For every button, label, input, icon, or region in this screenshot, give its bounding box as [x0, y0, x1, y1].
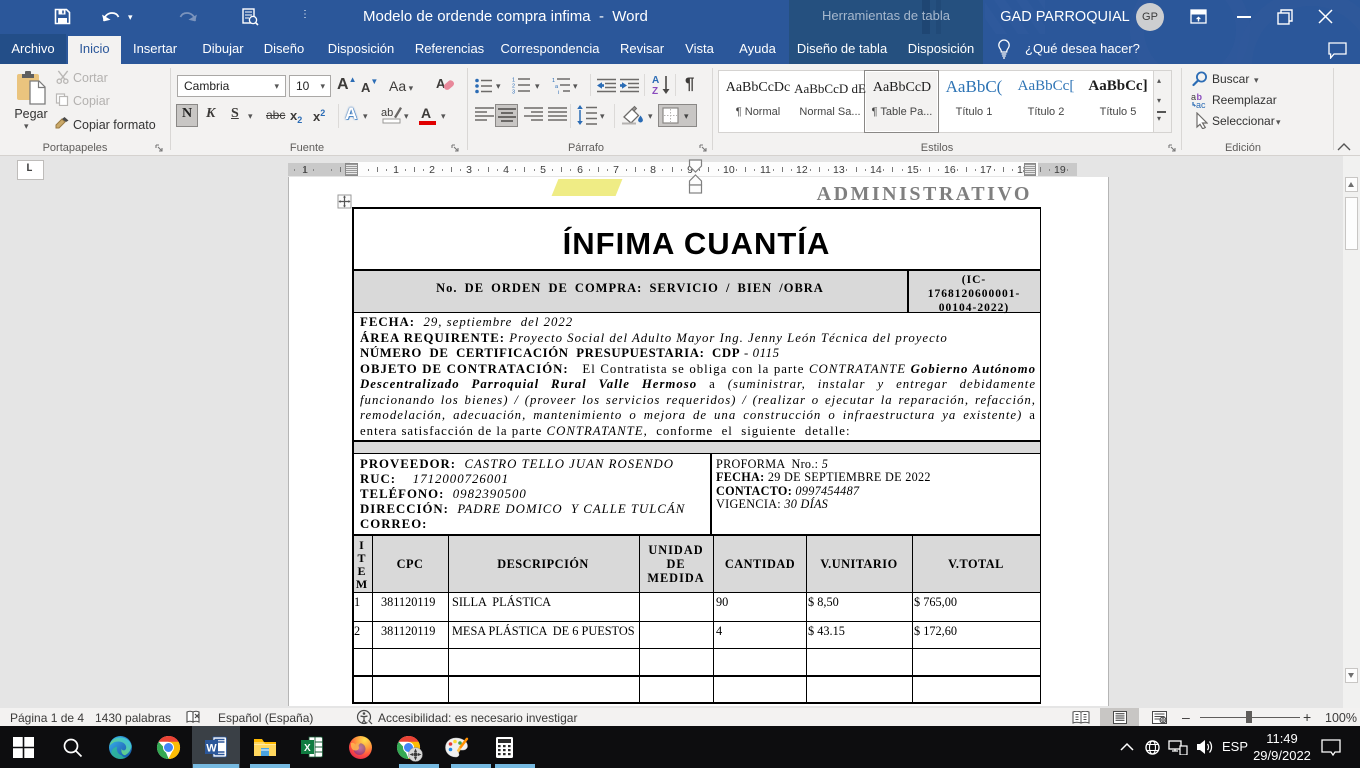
- svg-text:ac: ac: [1196, 100, 1206, 109]
- svg-text:ab: ab: [381, 107, 393, 119]
- svg-text:i: i: [558, 90, 559, 94]
- svg-text:3: 3: [512, 90, 515, 95]
- svg-text:X: X: [304, 743, 311, 754]
- svg-text:W: W: [206, 743, 217, 755]
- svg-text:A: A: [652, 75, 659, 86]
- svg-text:A: A: [436, 76, 446, 91]
- svg-text:Z: Z: [652, 86, 658, 95]
